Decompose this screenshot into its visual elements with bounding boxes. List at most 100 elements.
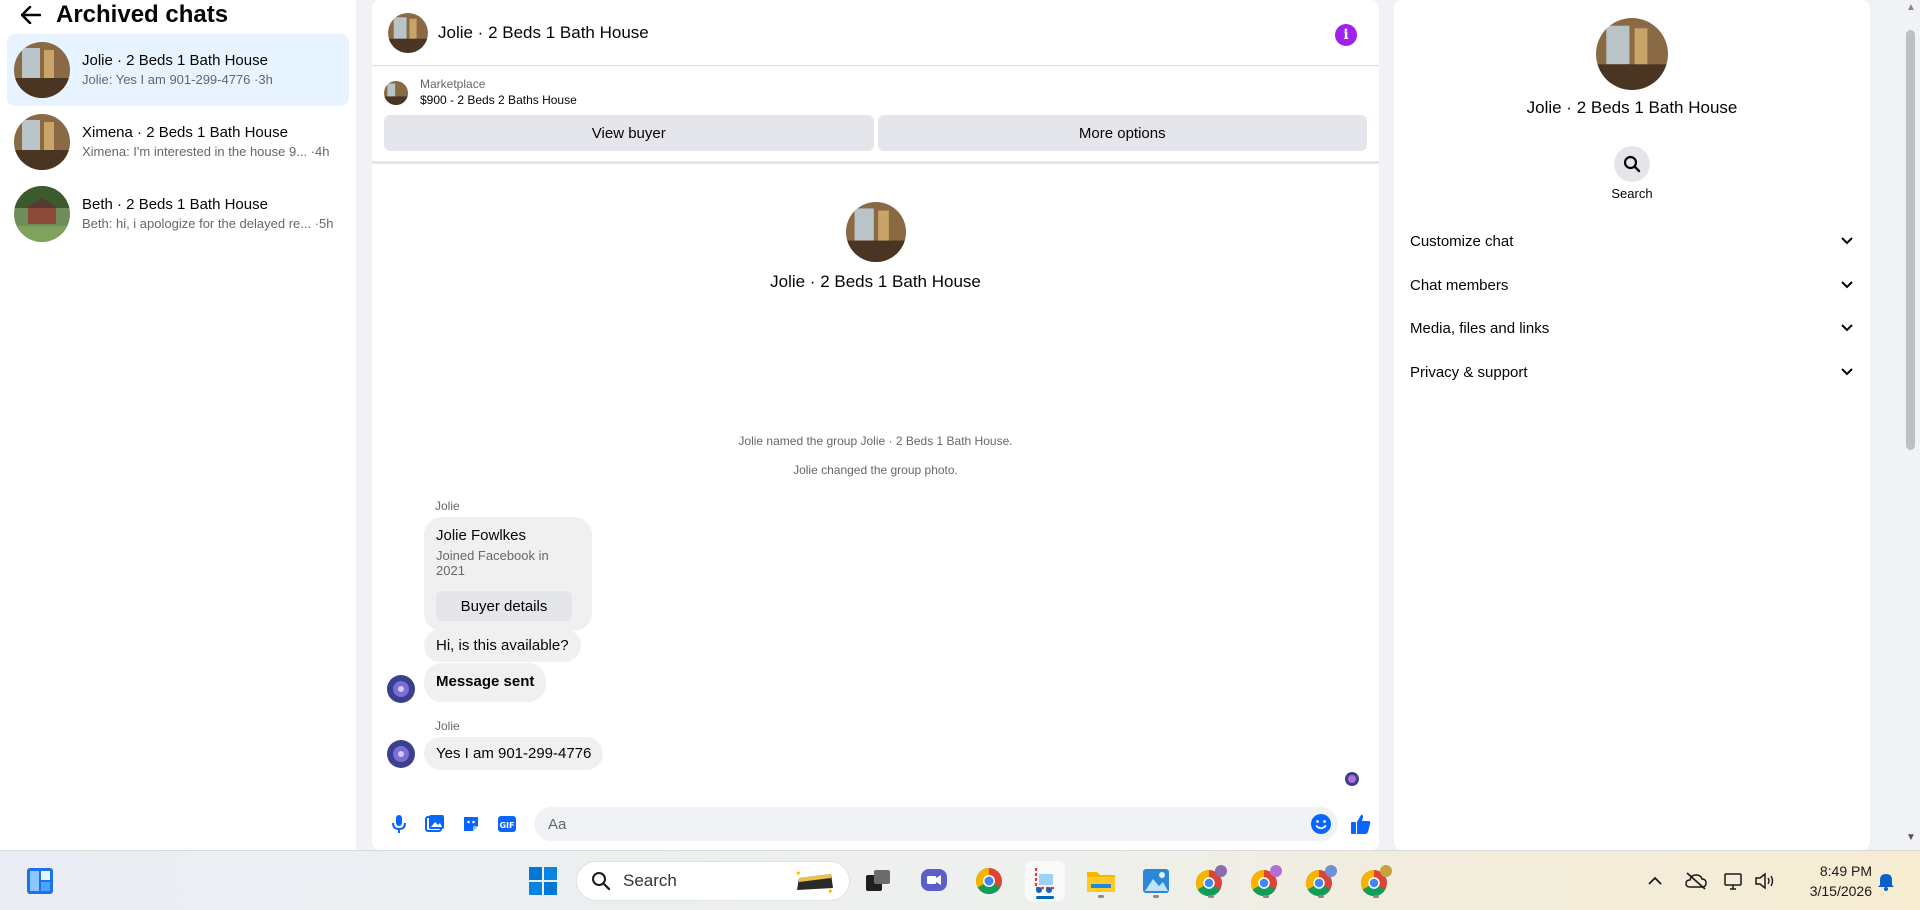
message-input[interactable]: Aa: [534, 807, 1338, 841]
chrome-profile-icon[interactable]: [1191, 861, 1231, 901]
widgets-icon[interactable]: [20, 861, 60, 901]
chrome-profile-icon[interactable]: [1356, 861, 1396, 901]
chrome-icon[interactable]: [969, 861, 1009, 901]
chat-avatar: [14, 42, 70, 98]
running-indicator: [1318, 895, 1324, 898]
chrome-profile-icon[interactable]: [1301, 861, 1341, 901]
intro-avatar: [846, 202, 906, 262]
task-view-icon[interactable]: [858, 861, 898, 901]
sender-avatar[interactable]: [387, 675, 415, 703]
notification-bell-icon[interactable]: [1872, 861, 1900, 901]
emoji-icon[interactable]: [1310, 813, 1332, 835]
listing-title[interactable]: $900 - 2 Beds 2 Baths House: [420, 92, 577, 109]
active-indicator: [1036, 896, 1054, 899]
clock-time: 8:49 PM: [1819, 863, 1872, 879]
chat-members-section[interactable]: Chat members: [1410, 270, 1854, 300]
chat-avatar: [14, 114, 70, 170]
chat-avatar: [14, 186, 70, 242]
search-icon: [592, 872, 611, 891]
view-buyer-button[interactable]: View buyer: [384, 115, 874, 151]
running-indicator: [1373, 895, 1379, 898]
cloud-off-icon[interactable]: [1682, 861, 1710, 901]
taskbar-search-label: Search: [623, 871, 677, 890]
intro-name: Jolie · 2 Beds 1 Bath House: [770, 272, 981, 291]
chat-preview: Ximena: I'm interested in the house 9...…: [82, 144, 330, 159]
chat-preview: Jolie: Yes I am 901-299-4776 ·3h: [82, 72, 273, 87]
message-bubble[interactable]: Yes I am 901-299-4776: [424, 737, 604, 770]
listing-thumbnail[interactable]: [384, 80, 408, 105]
chevron-down-icon: [1840, 278, 1854, 292]
network-icon[interactable]: [1720, 861, 1748, 901]
photos-icon[interactable]: [1136, 861, 1176, 901]
clock-date: 3/15/2026: [1809, 883, 1872, 899]
info-icon[interactable]: i: [1335, 24, 1357, 46]
volume-icon[interactable]: [1751, 861, 1779, 901]
section-label: Media, files and links: [1410, 319, 1550, 337]
message-composer: GIF Aa: [372, 798, 1379, 850]
scroll-thumb[interactable]: [1906, 30, 1915, 450]
section-label: Customize chat: [1410, 232, 1514, 250]
sender-label: Jolie: [435, 499, 460, 513]
media-files-links-section[interactable]: Media, files and links: [1410, 313, 1854, 343]
thumbs-up-icon[interactable]: [1346, 809, 1376, 839]
svg-text:GIF: GIF: [499, 821, 514, 830]
chat-item-jolie[interactable]: Jolie · 2 Beds 1 Bath House Jolie: Yes I…: [7, 34, 349, 106]
microphone-icon[interactable]: [384, 809, 414, 839]
teams-chat-icon[interactable]: [914, 861, 954, 901]
sender-label: Jolie: [435, 719, 460, 733]
chat-list: Jolie · 2 Beds 1 Bath House Jolie: Yes I…: [0, 34, 356, 250]
gif-icon[interactable]: GIF: [492, 809, 522, 839]
system-message: Jolie changed the group photo.: [793, 463, 958, 477]
marketplace-bar: Marketplace $900 - 2 Beds 2 Baths House …: [372, 66, 1379, 164]
buyer-details-button[interactable]: Buyer details: [436, 591, 572, 621]
chevron-down-icon: [1840, 321, 1854, 335]
sender-avatar[interactable]: [387, 740, 415, 768]
snipping-tool-icon[interactable]: [1025, 861, 1065, 901]
conversation-header: Jolie · 2 Beds 1 Bath House i: [372, 0, 1379, 66]
sidebar-header: Archived chats: [0, 0, 356, 30]
archived-chats-sidebar: Archived chats Jolie · 2 Beds 1 Bath Hou…: [0, 0, 356, 850]
sticker-icon[interactable]: [456, 809, 486, 839]
svg-text:✦: ✦: [795, 869, 802, 878]
start-windows-icon[interactable]: [523, 861, 563, 901]
details-avatar[interactable]: [1596, 18, 1668, 90]
svg-text:✦: ✦: [827, 887, 834, 896]
taskbar-clock[interactable]: 8:49 PM 3/15/2026: [1788, 861, 1872, 901]
chat-item-ximena[interactable]: Ximena · 2 Beds 1 Bath House Ximena: I'm…: [7, 106, 349, 178]
customize-chat-section[interactable]: Customize chat: [1410, 226, 1854, 256]
search-icon[interactable]: [1614, 146, 1650, 182]
message-bubble[interactable]: Hi, is this available?: [424, 629, 581, 662]
buyer-name: Jolie Fowlkes: [436, 527, 527, 544]
buyer-joined: Joined Facebook in 2021: [436, 548, 549, 578]
sidebar-title: Archived chats: [56, 1, 229, 28]
chat-item-beth[interactable]: Beth · 2 Beds 1 Bath House Beth: hi, i a…: [7, 178, 349, 250]
file-explorer-icon[interactable]: [1081, 861, 1121, 901]
back-arrow-icon[interactable]: [20, 4, 42, 26]
windows-taskbar: Search ✦ ✦ 8:49 PM 3/15/2026: [0, 850, 1920, 910]
scroll-down-arrow-icon[interactable]: ▼: [1906, 832, 1916, 843]
running-indicator: [1153, 895, 1159, 898]
conversation-title[interactable]: Jolie · 2 Beds 1 Bath House: [438, 23, 649, 43]
chrome-profile-icon[interactable]: [1246, 861, 1286, 901]
taskbar-search[interactable]: Search ✦ ✦: [576, 861, 850, 901]
search-label[interactable]: Search: [1394, 186, 1870, 201]
scroll-up-arrow-icon[interactable]: ▲: [1906, 2, 1916, 13]
message-input-placeholder: Aa: [548, 815, 567, 833]
chevron-up-icon[interactable]: [1641, 861, 1669, 901]
running-indicator: [1208, 895, 1214, 898]
chat-details-panel: Jolie · 2 Beds 1 Bath House Search Custo…: [1394, 0, 1870, 850]
message-thread: Jolie · 2 Beds 1 Bath House Jolie named …: [372, 164, 1379, 804]
section-label: Chat members: [1410, 276, 1509, 294]
chevron-down-icon: [1840, 365, 1854, 379]
privacy-support-section[interactable]: Privacy & support: [1410, 357, 1854, 387]
conversation-avatar[interactable]: [388, 12, 428, 53]
page-scrollbar[interactable]: ▲ ▼: [1901, 0, 1920, 850]
photo-icon[interactable]: [420, 809, 450, 839]
conversation-panel: Jolie · 2 Beds 1 Bath House i Marketplac…: [372, 0, 1379, 850]
running-indicator: [1263, 895, 1269, 898]
message-bubble[interactable]: Message sent: [424, 663, 547, 702]
chat-name: Jolie · 2 Beds 1 Bath House: [82, 52, 268, 69]
more-options-button[interactable]: More options: [877, 115, 1367, 151]
search-highlight-icon: ✦ ✦: [791, 868, 837, 901]
marketplace-label: Marketplace: [420, 77, 486, 91]
